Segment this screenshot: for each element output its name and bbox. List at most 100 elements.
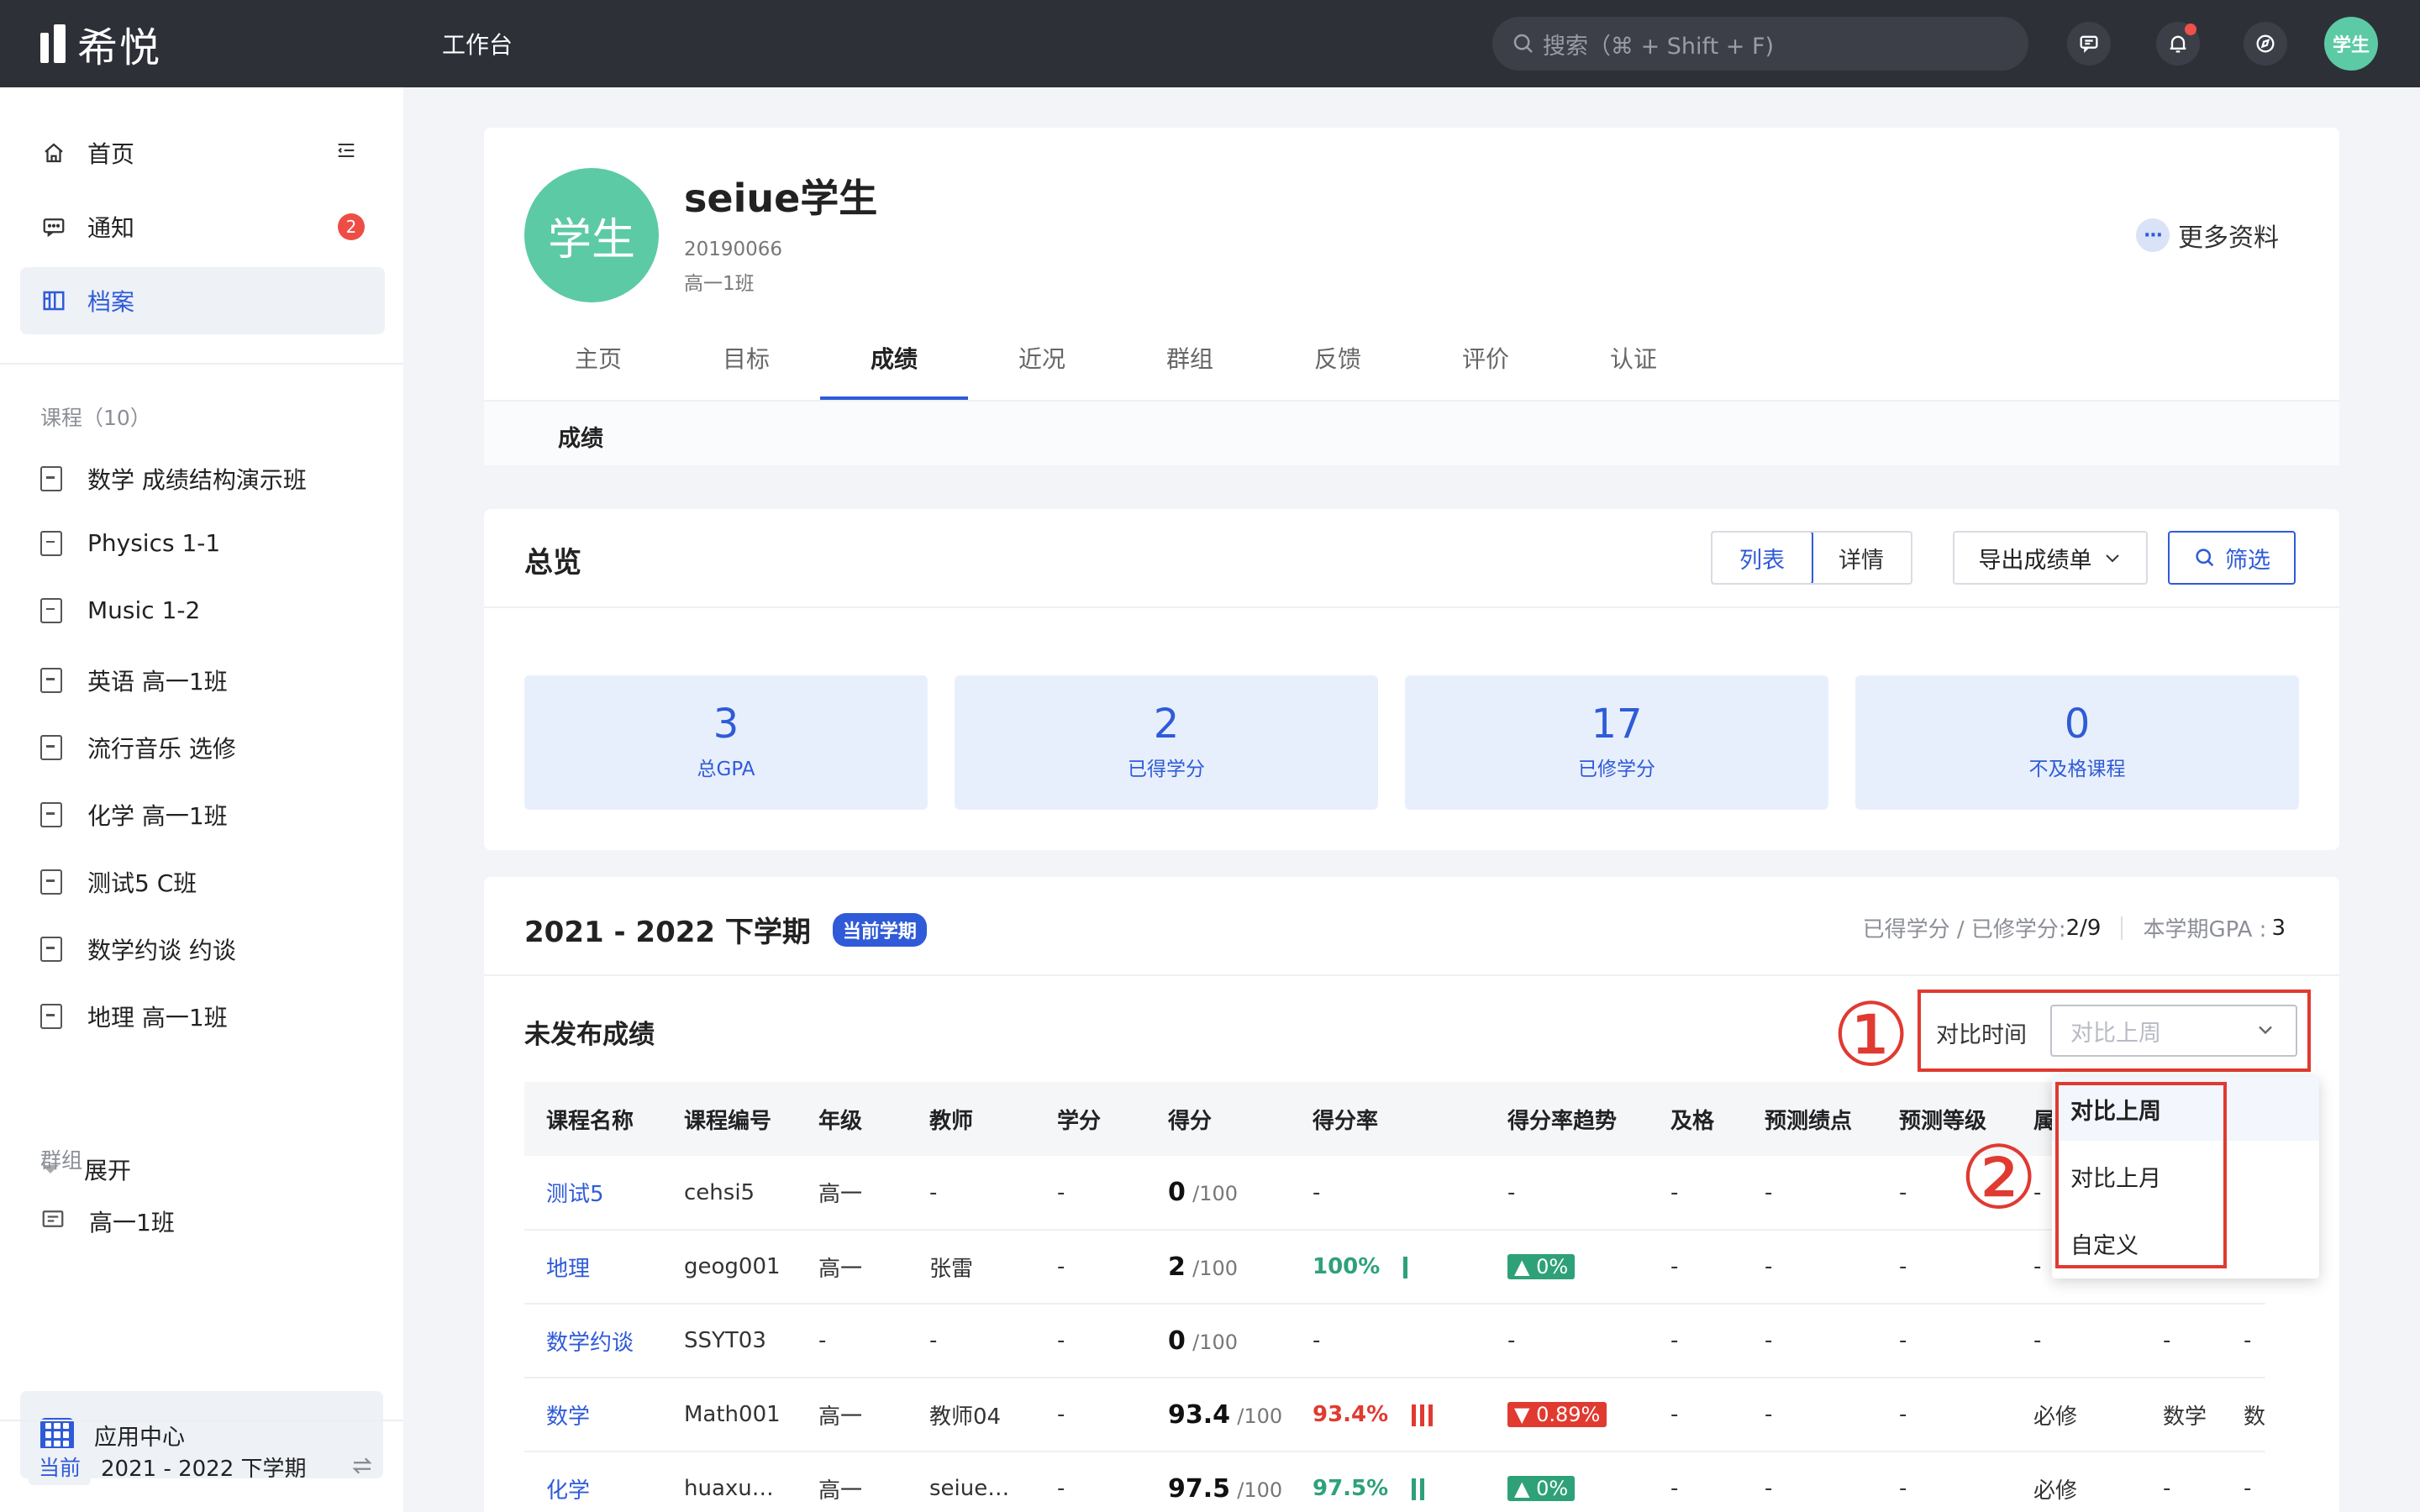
column-header: 课程编号 (662, 1082, 797, 1156)
export-transcript-button[interactable]: 导出成绩单 (1953, 531, 2148, 585)
trend-down-badge: ▼ 0.89% (1507, 1402, 1607, 1427)
user-avatar[interactable]: 学生 (2324, 17, 2378, 71)
course-item[interactable]: 地理 高一1班 (40, 1000, 228, 1033)
profile-card: 学生 seiue学生 20190066 高一1班 ··· 更多资料 主页 目标 … (484, 128, 2339, 465)
overview-divider (484, 606, 2339, 608)
column-header: 及格 (1649, 1082, 1743, 1156)
profile-tabs: 主页 目标 成绩 近况 群组 反馈 评价 认证 (524, 336, 1707, 400)
notification-button[interactable] (2156, 22, 2200, 66)
chevron-down-icon (2259, 1026, 2272, 1035)
logo-mark-icon (40, 24, 66, 63)
workbench-label[interactable]: 工作台 (442, 27, 513, 60)
chevron-down-icon (2105, 554, 2119, 563)
sidebar-divider (0, 363, 403, 365)
term-summary: 已得学分 / 已修学分: 2/9 本学期GPA :3 (1862, 915, 2286, 943)
tab-goals[interactable]: 目标 (672, 336, 820, 400)
table-row: 数学约谈 SSYT03 - - - 0 /100 - - - - - - - - (524, 1304, 2266, 1378)
stat-total-gpa: 3 总GPA (524, 675, 928, 810)
tab-evaluation[interactable]: 评价 (1412, 336, 1560, 400)
app-logo[interactable]: 希悦 (40, 20, 161, 71)
score-cell: 0 /100 (1146, 1156, 1291, 1231)
course-item[interactable]: Music 1-2 (40, 596, 200, 624)
course-item[interactable]: 数学 成绩结构演示班 (40, 462, 307, 496)
course-item[interactable]: Physics 1-1 (40, 529, 220, 557)
column-header: 学分 (1035, 1082, 1146, 1156)
compare-time-select[interactable]: 对比上周 (2050, 1005, 2297, 1057)
course-item[interactable]: 化学 高一1班 (40, 798, 228, 832)
course-icon (40, 735, 62, 760)
sidebar-item-label: 首页 (87, 140, 135, 168)
tab-groups[interactable]: 群组 (1116, 336, 1264, 400)
sidebar-item-notifications[interactable]: 通知 2 (20, 193, 385, 260)
table-row: 数学 Math001 高一 教师04 - 93.4 /100 93.4% ▼ 0… (524, 1378, 2266, 1452)
compass-icon (2256, 34, 2275, 53)
collapse-sidebar-icon[interactable] (334, 139, 358, 168)
profile-name: seiue学生 (684, 176, 878, 221)
sidebar: 首页 通知 2 档案 课程（10） 数学 成绩结构演示班 Physics 1-1… (0, 87, 403, 1512)
course-link[interactable]: 化学 (546, 1478, 590, 1504)
course-item[interactable]: 测试5 C班 (40, 865, 197, 899)
term-label: 2021 - 2022 下学期 (101, 1456, 307, 1482)
notification-count-badge: 2 (338, 213, 365, 240)
sidebar-item-archive[interactable]: 档案 (20, 267, 385, 334)
rate-bars-icon (1403, 1256, 1408, 1278)
column-header: 得分率趋势 (1486, 1082, 1649, 1156)
score-cell: 97.5 /100 (1146, 1452, 1291, 1512)
course-icon (40, 668, 62, 693)
list-view-button[interactable]: 列表 (1712, 533, 1813, 583)
term-switcher[interactable]: 当前 2021 - 2022 下学期 (0, 1420, 403, 1512)
tab-grades[interactable]: 成绩 (820, 336, 968, 400)
trend-cell: ▼ 0.89% (1486, 1378, 1649, 1452)
sidebar-item-home[interactable]: 首页 (20, 119, 385, 186)
course-link[interactable]: 数学 (546, 1404, 590, 1430)
more-icon: ··· (2136, 218, 2170, 252)
tab-certification[interactable]: 认证 (1560, 336, 1707, 400)
triangle-up-icon: ▲ (1514, 1255, 1530, 1278)
unpublished-grades-title: 未发布成绩 (524, 1020, 655, 1050)
column-header: 年级 (797, 1082, 908, 1156)
rate-cell: 100% (1291, 1230, 1486, 1305)
detail-view-button[interactable]: 详情 (1812, 533, 1911, 583)
tab-home[interactable]: 主页 (524, 336, 672, 400)
trend-cell: ▲ 0% (1486, 1452, 1649, 1512)
column-header: 课程名称 (524, 1082, 662, 1156)
course-icon (40, 869, 62, 895)
filter-button[interactable]: 筛选 (2168, 531, 2296, 585)
current-term-tag: 当前 (29, 1448, 92, 1485)
course-link[interactable]: 数学约谈 (546, 1331, 634, 1356)
course-item[interactable]: 数学约谈 约谈 (40, 932, 236, 966)
profile-avatar: 学生 (524, 168, 659, 302)
trend-cell: ▲ 0% (1486, 1230, 1649, 1305)
search-input[interactable]: 搜索（⌘ + Shift + F) (1492, 17, 2028, 71)
annotation-number-1: ① (1832, 984, 1911, 1086)
stat-failed-courses: 0 不及格课程 (1855, 675, 2299, 810)
bell-icon (2170, 35, 2186, 53)
column-header: 得分率 (1291, 1082, 1486, 1156)
more-info-button[interactable]: ··· 更多资料 (2136, 217, 2279, 254)
table-row: 化学 huaxu… 高一 seiue… - 97.5 /100 97.5% ▲ … (524, 1452, 2266, 1512)
course-item[interactable]: 流行音乐 选修 (40, 731, 236, 764)
help-button[interactable] (2244, 22, 2287, 66)
tab-feedback[interactable]: 反馈 (1264, 336, 1412, 400)
stat-taken-credits: 17 已修学分 (1405, 675, 1828, 810)
swap-icon[interactable] (350, 1453, 375, 1484)
annotation-number-2: ② (1960, 1126, 2039, 1229)
column-header: 预测绩点 (1743, 1082, 1877, 1156)
dropdown-options-highlight (2055, 1082, 2227, 1268)
search-icon (2196, 549, 2214, 567)
score-cell: 2 /100 (1146, 1230, 1291, 1305)
courses-section-title: 课程（10） (40, 406, 151, 430)
chat-button[interactable] (2067, 22, 2111, 66)
course-item[interactable]: 英语 高一1班 (40, 664, 228, 697)
compare-time-highlight: 对比时间 对比上周 (1918, 990, 2311, 1072)
course-link[interactable]: 地理 (546, 1257, 590, 1282)
tab-recent[interactable]: 近况 (968, 336, 1116, 400)
home-icon (40, 139, 67, 166)
course-link[interactable]: 测试5 (546, 1182, 604, 1207)
group-item[interactable]: 高一1班 (40, 1205, 175, 1238)
subtab-grades[interactable]: 成绩 (558, 420, 603, 453)
triangle-down-icon: ▼ (1514, 1403, 1530, 1426)
student-id: 20190066 (684, 239, 783, 260)
term-divider (484, 974, 2339, 976)
column-header: 得分 (1146, 1082, 1291, 1156)
